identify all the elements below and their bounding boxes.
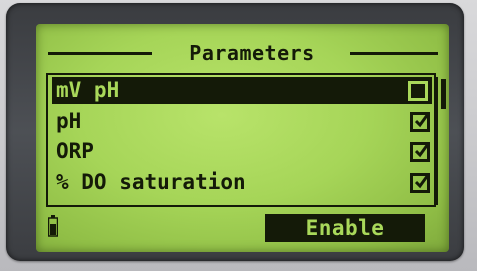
checkbox-highlight xyxy=(404,77,432,104)
list-item-orp[interactable]: ORP xyxy=(52,138,432,165)
checkbox-icon[interactable] xyxy=(408,81,428,101)
scrollbar-thumb[interactable] xyxy=(441,79,446,109)
list-item-ph[interactable]: pH xyxy=(52,108,432,135)
parameter-list: mV pH pH ORP % DO saturation xyxy=(46,73,446,207)
device-body: Parameters mV pH pH ORP % DO saturation … xyxy=(0,0,477,271)
list-item-label: mV pH xyxy=(56,78,120,102)
screen-bezel: Parameters mV pH pH ORP % DO saturation … xyxy=(6,3,464,261)
checkbox-icon[interactable] xyxy=(410,142,430,162)
title-rule-left xyxy=(48,52,152,55)
list-item-do-saturation[interactable]: % DO saturation xyxy=(52,169,432,196)
checkmark-icon xyxy=(415,143,429,158)
checkbox-icon[interactable] xyxy=(410,112,430,132)
battery-icon xyxy=(48,215,58,237)
list-scrollbar[interactable] xyxy=(436,77,448,205)
list-item-mv-ph[interactable]: mV pH xyxy=(52,77,432,104)
title-bar: Parameters xyxy=(48,42,438,64)
list-item-label: pH xyxy=(56,109,82,133)
list-item-label: % DO saturation xyxy=(56,170,246,194)
checkbox-icon[interactable] xyxy=(410,173,430,193)
lcd-screen: Parameters mV pH pH ORP % DO saturation … xyxy=(36,24,449,252)
title-rule-right xyxy=(350,52,438,55)
enable-softkey-button[interactable]: Enable xyxy=(265,214,425,242)
list-item-label: ORP xyxy=(56,139,94,163)
checkmark-icon xyxy=(415,113,429,128)
checkmark-icon xyxy=(415,174,429,189)
page-title: Parameters xyxy=(189,41,315,65)
